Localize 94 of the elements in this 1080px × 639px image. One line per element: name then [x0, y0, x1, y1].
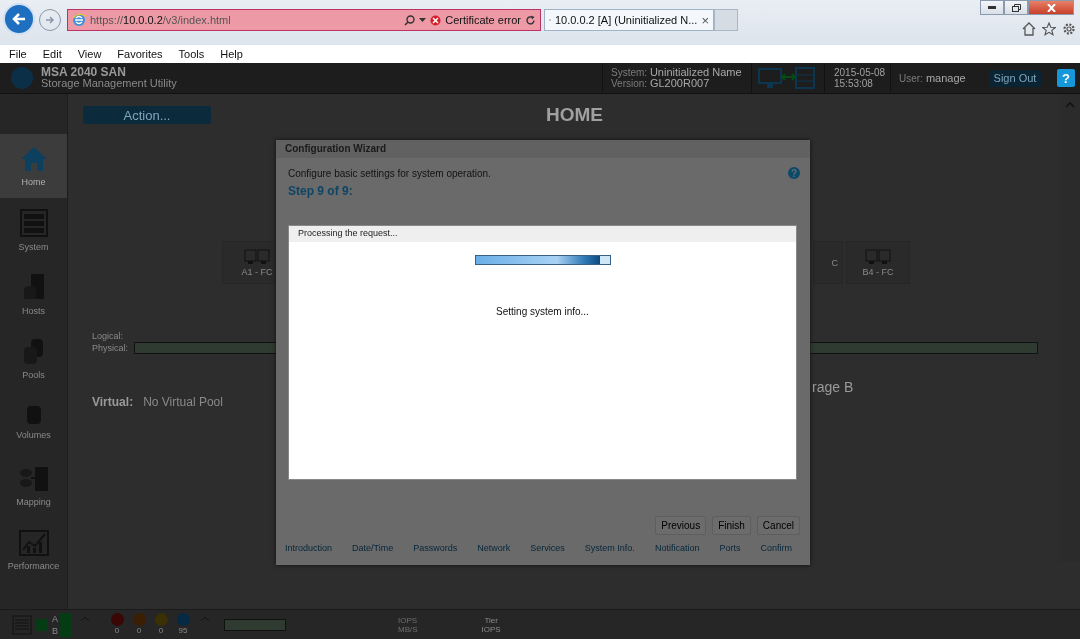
port-card[interactable]: C [813, 241, 843, 284]
sign-out-button[interactable]: Sign Out [989, 69, 1041, 87]
menu-item[interactable]: Edit [42, 48, 62, 60]
sidebar-item[interactable]: Home [0, 134, 67, 198]
star-icon[interactable] [1042, 22, 1056, 36]
page-title: HOME [546, 104, 603, 126]
system-label: System: [611, 67, 648, 78]
alert-count: 0 [136, 626, 142, 636]
wizard-button[interactable]: Previous [655, 516, 707, 535]
help-button[interactable]: ? [1057, 69, 1075, 87]
step-heading: Step 9 of 9: [288, 184, 354, 198]
minimize-icon [988, 6, 996, 9]
virtual-label: Virtual: [92, 395, 134, 409]
controller-label: A [52, 613, 58, 624]
step-link[interactable]: Passwords [413, 543, 458, 553]
system-info-panel[interactable]: System: Uninitialized Name Version: GL200R007 [602, 64, 751, 92]
port-icon [865, 248, 891, 265]
error-icon [430, 14, 442, 26]
connection-icon [758, 66, 818, 90]
sidebar-item[interactable]: Performance [0, 518, 67, 582]
url-text: https://10.0.0.2/v3/index.html [90, 14, 232, 26]
alert-icon [110, 613, 124, 626]
close-icon [1046, 3, 1056, 12]
wizard-intro: Configure basic settings for system operation. [288, 167, 491, 179]
processing-title: Processing the request... [289, 226, 796, 242]
tier-label: Tier [484, 615, 498, 625]
version-value: GL200R007 [649, 77, 710, 89]
step-link[interactable]: Date/Time [352, 543, 394, 553]
product-subtitle: Storage Management Utility [41, 78, 177, 89]
alert-count: 95 [178, 626, 188, 636]
step-link[interactable]: Confirm [760, 543, 792, 553]
date-text: 2015-05-08 [834, 67, 887, 78]
wizard-button[interactable]: Finish [712, 516, 751, 535]
forward-arrow-icon [45, 15, 55, 25]
home-icon [19, 145, 48, 172]
menu-item[interactable]: Favorites [117, 48, 163, 60]
step-link[interactable]: Introduction [285, 543, 333, 553]
minimize-button[interactable] [980, 0, 1004, 15]
alert-icon [132, 613, 146, 626]
restore-icon [1011, 3, 1021, 12]
home-icon[interactable] [1022, 22, 1036, 36]
perf-label: IOPS [398, 615, 418, 625]
search-icon[interactable] [404, 14, 416, 26]
sidebar-item[interactable]: Hosts [0, 262, 67, 326]
menu-item[interactable]: Help [220, 48, 243, 60]
system-name: Uninitialized Name [649, 66, 742, 78]
close-button[interactable] [1028, 0, 1074, 15]
step-link[interactable]: Notification [654, 543, 700, 553]
tier-label: IOPS [481, 624, 501, 634]
back-arrow-icon [12, 13, 26, 25]
logical-label: Logical: [92, 330, 125, 342]
menu-item[interactable]: File [9, 48, 27, 60]
settings-icon[interactable] [1062, 22, 1076, 36]
sidebar-item[interactable]: Pools [0, 326, 67, 390]
sidebar-item[interactable]: Volumes [0, 390, 67, 454]
menu-item[interactable]: View [77, 48, 102, 60]
processing-message: Setting system info... [496, 306, 589, 317]
port-card[interactable]: B4 - FC [846, 241, 910, 284]
browser-tab[interactable]: 10.0.0.2 [A] (Uninitialized N... × [544, 9, 714, 31]
product-name: MSA 2040 SAN [41, 67, 127, 78]
alert-icon [154, 613, 168, 626]
tab-close-button[interactable]: × [701, 12, 709, 28]
step-link[interactable]: Services [530, 543, 565, 553]
dialog-title: Configuration Wizard [276, 140, 810, 158]
physical-label: Physical: [92, 342, 128, 354]
step-link[interactable]: System Info. [584, 543, 635, 553]
restore-button[interactable] [1004, 0, 1028, 15]
sidebar-item[interactable]: System [0, 198, 67, 262]
refresh-icon[interactable] [525, 14, 536, 26]
perf-label: MB/S [398, 624, 418, 634]
certificate-error-link[interactable]: Certificate error [445, 14, 521, 26]
user-name: manage [925, 72, 966, 84]
tab-title: 10.0.0.2 [A] (Uninitialized N... [554, 14, 698, 26]
controller-label: B [52, 625, 58, 636]
caret-icon[interactable] [419, 17, 427, 23]
virtual-value: No Virtual Pool [143, 395, 223, 409]
version-label: Version: [611, 78, 648, 89]
back-button[interactable] [3, 3, 35, 35]
address-bar[interactable]: https://10.0.0.2/v3/index.html Certificate error [67, 9, 541, 31]
user-label: User: [899, 72, 923, 84]
step-link[interactable]: Ports [719, 543, 741, 553]
logo-icon [11, 67, 33, 89]
step-link[interactable]: Network [477, 543, 511, 553]
time-text: 15:53:08 [834, 78, 874, 89]
storage-heading: rage B [812, 379, 855, 395]
action-button[interactable]: Action... [83, 106, 211, 124]
menu-item[interactable]: Tools [178, 48, 205, 60]
usage-bar [224, 618, 286, 631]
sidebar-item[interactable]: Mapping [0, 454, 67, 518]
alert-count: 0 [158, 626, 164, 636]
wizard-button[interactable]: Cancel [756, 516, 800, 535]
alert-count: 0 [114, 626, 120, 636]
alert-icon [176, 613, 190, 626]
port-icon [244, 248, 270, 265]
